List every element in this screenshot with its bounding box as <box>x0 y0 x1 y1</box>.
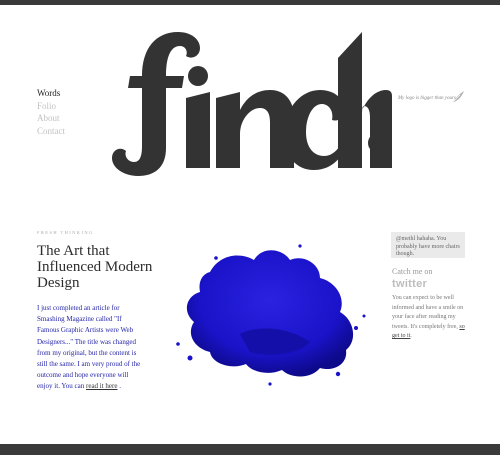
blue-pigment-image <box>176 244 366 386</box>
copyright-mark: © <box>368 133 388 153</box>
twitter-info-text: You can expect to be well informed and h… <box>392 295 464 330</box>
header-tagline: My logo is bigger than yours <box>398 96 456 101</box>
article-body: I just completed an article for Smashing… <box>37 303 145 393</box>
twitter-info-end: . <box>410 333 412 339</box>
nav-item-about[interactable]: About <box>37 112 65 125</box>
site-logo[interactable] <box>94 18 394 196</box>
catch-me-label: Catch me on <box>392 267 433 276</box>
twitter-info: You can expect to be well informed and h… <box>392 294 472 342</box>
article-body-end: . <box>119 382 121 391</box>
top-bar <box>0 0 500 5</box>
article-kicker: FRESH THINKING <box>37 230 94 235</box>
article-title[interactable]: The Art that Influenced Modern Design <box>37 243 162 291</box>
twitter-logo[interactable]: twitter <box>392 278 427 290</box>
nav-item-words[interactable]: Words <box>37 87 65 100</box>
read-it-here-link[interactable]: read it here <box>86 382 117 390</box>
nav-item-folio[interactable]: Folio <box>37 100 65 113</box>
quill-icon <box>451 91 464 104</box>
bottom-bar <box>0 444 500 455</box>
main-nav: Words Folio About Contact <box>37 87 65 137</box>
latest-tweet: @methl hahaha. You probably have more ch… <box>391 232 465 258</box>
article-body-text: I just completed an article for Smashing… <box>37 304 141 391</box>
nav-item-contact[interactable]: Contact <box>37 125 65 138</box>
finch-logo-graphic <box>112 32 392 176</box>
